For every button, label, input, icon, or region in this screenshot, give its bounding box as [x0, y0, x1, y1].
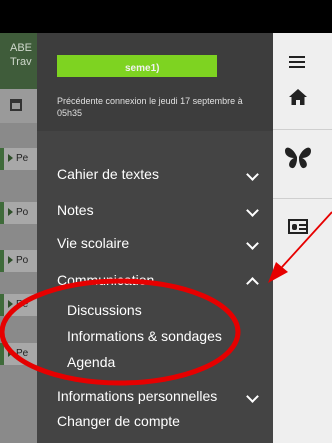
- submenu-item-informations-sondages[interactable]: Informations & sondages: [67, 325, 222, 347]
- background-toolbar: [0, 89, 37, 123]
- background-row: Po: [0, 250, 37, 272]
- submenu-item-agenda[interactable]: Agenda: [67, 351, 115, 373]
- background-row: Po: [0, 202, 37, 224]
- icon-rail: [273, 33, 332, 443]
- background-header-line2: Trav: [10, 56, 32, 68]
- menu-item-changer-de-compte[interactable]: Changer de compte: [57, 408, 267, 434]
- chevron-down-icon: [246, 390, 259, 403]
- menu-item-notes[interactable]: Notes: [57, 197, 267, 223]
- chevron-down-icon: [246, 168, 259, 181]
- rail-divider: [273, 129, 332, 130]
- background-row: Pe: [0, 343, 37, 365]
- menu-icon[interactable]: [289, 56, 305, 68]
- butterfly-icon[interactable]: [283, 145, 313, 171]
- id-card-icon[interactable]: [288, 219, 308, 234]
- background-row: Pe: [0, 294, 37, 316]
- triangle-icon: [8, 256, 13, 265]
- triangle-icon: [8, 349, 13, 358]
- calendar-icon: [10, 99, 22, 111]
- last-connection-text: Précédente connexion le jeudi 17 septemb…: [57, 96, 243, 118]
- triangle-icon: [8, 300, 13, 309]
- triangle-icon: [8, 154, 13, 163]
- chevron-up-icon: [246, 277, 259, 290]
- menu-item-vie-scolaire[interactable]: Vie scolaire: [57, 230, 267, 256]
- menu-item-cahier-de-textes[interactable]: Cahier de textes: [57, 161, 267, 187]
- menu-item-label: Informations personnelles: [57, 388, 218, 404]
- menu-item-communication[interactable]: Communication: [57, 267, 267, 293]
- triangle-icon: [8, 208, 13, 217]
- navigation-drawer: seme1) Précédente connexion le jeudi 17 …: [37, 33, 273, 443]
- menu-item-label: Vie scolaire: [57, 235, 130, 251]
- drawer-header: seme1) Précédente connexion le jeudi 17 …: [37, 33, 273, 131]
- background-header-line1: ABE: [10, 42, 33, 54]
- menu-item-informations-personnelles[interactable]: Informations personnelles: [57, 383, 267, 409]
- background-row: Pe: [0, 148, 37, 170]
- home-icon[interactable]: [288, 88, 308, 106]
- menu-item-label: Communication: [57, 272, 155, 288]
- menu-item-label: Notes: [57, 202, 94, 218]
- rail-divider: [273, 198, 332, 199]
- chevron-down-icon: [246, 204, 259, 217]
- username-fragment: seme1): [125, 63, 160, 74]
- status-bar: [0, 0, 332, 33]
- submenu-item-discussions[interactable]: Discussions: [67, 299, 142, 321]
- background-header: ABE Trav: [0, 33, 37, 89]
- background-app: ABE Trav Pe Po Po Pe Pe: [0, 33, 37, 443]
- chevron-down-icon: [246, 237, 259, 250]
- menu-item-label: Cahier de textes: [57, 166, 159, 182]
